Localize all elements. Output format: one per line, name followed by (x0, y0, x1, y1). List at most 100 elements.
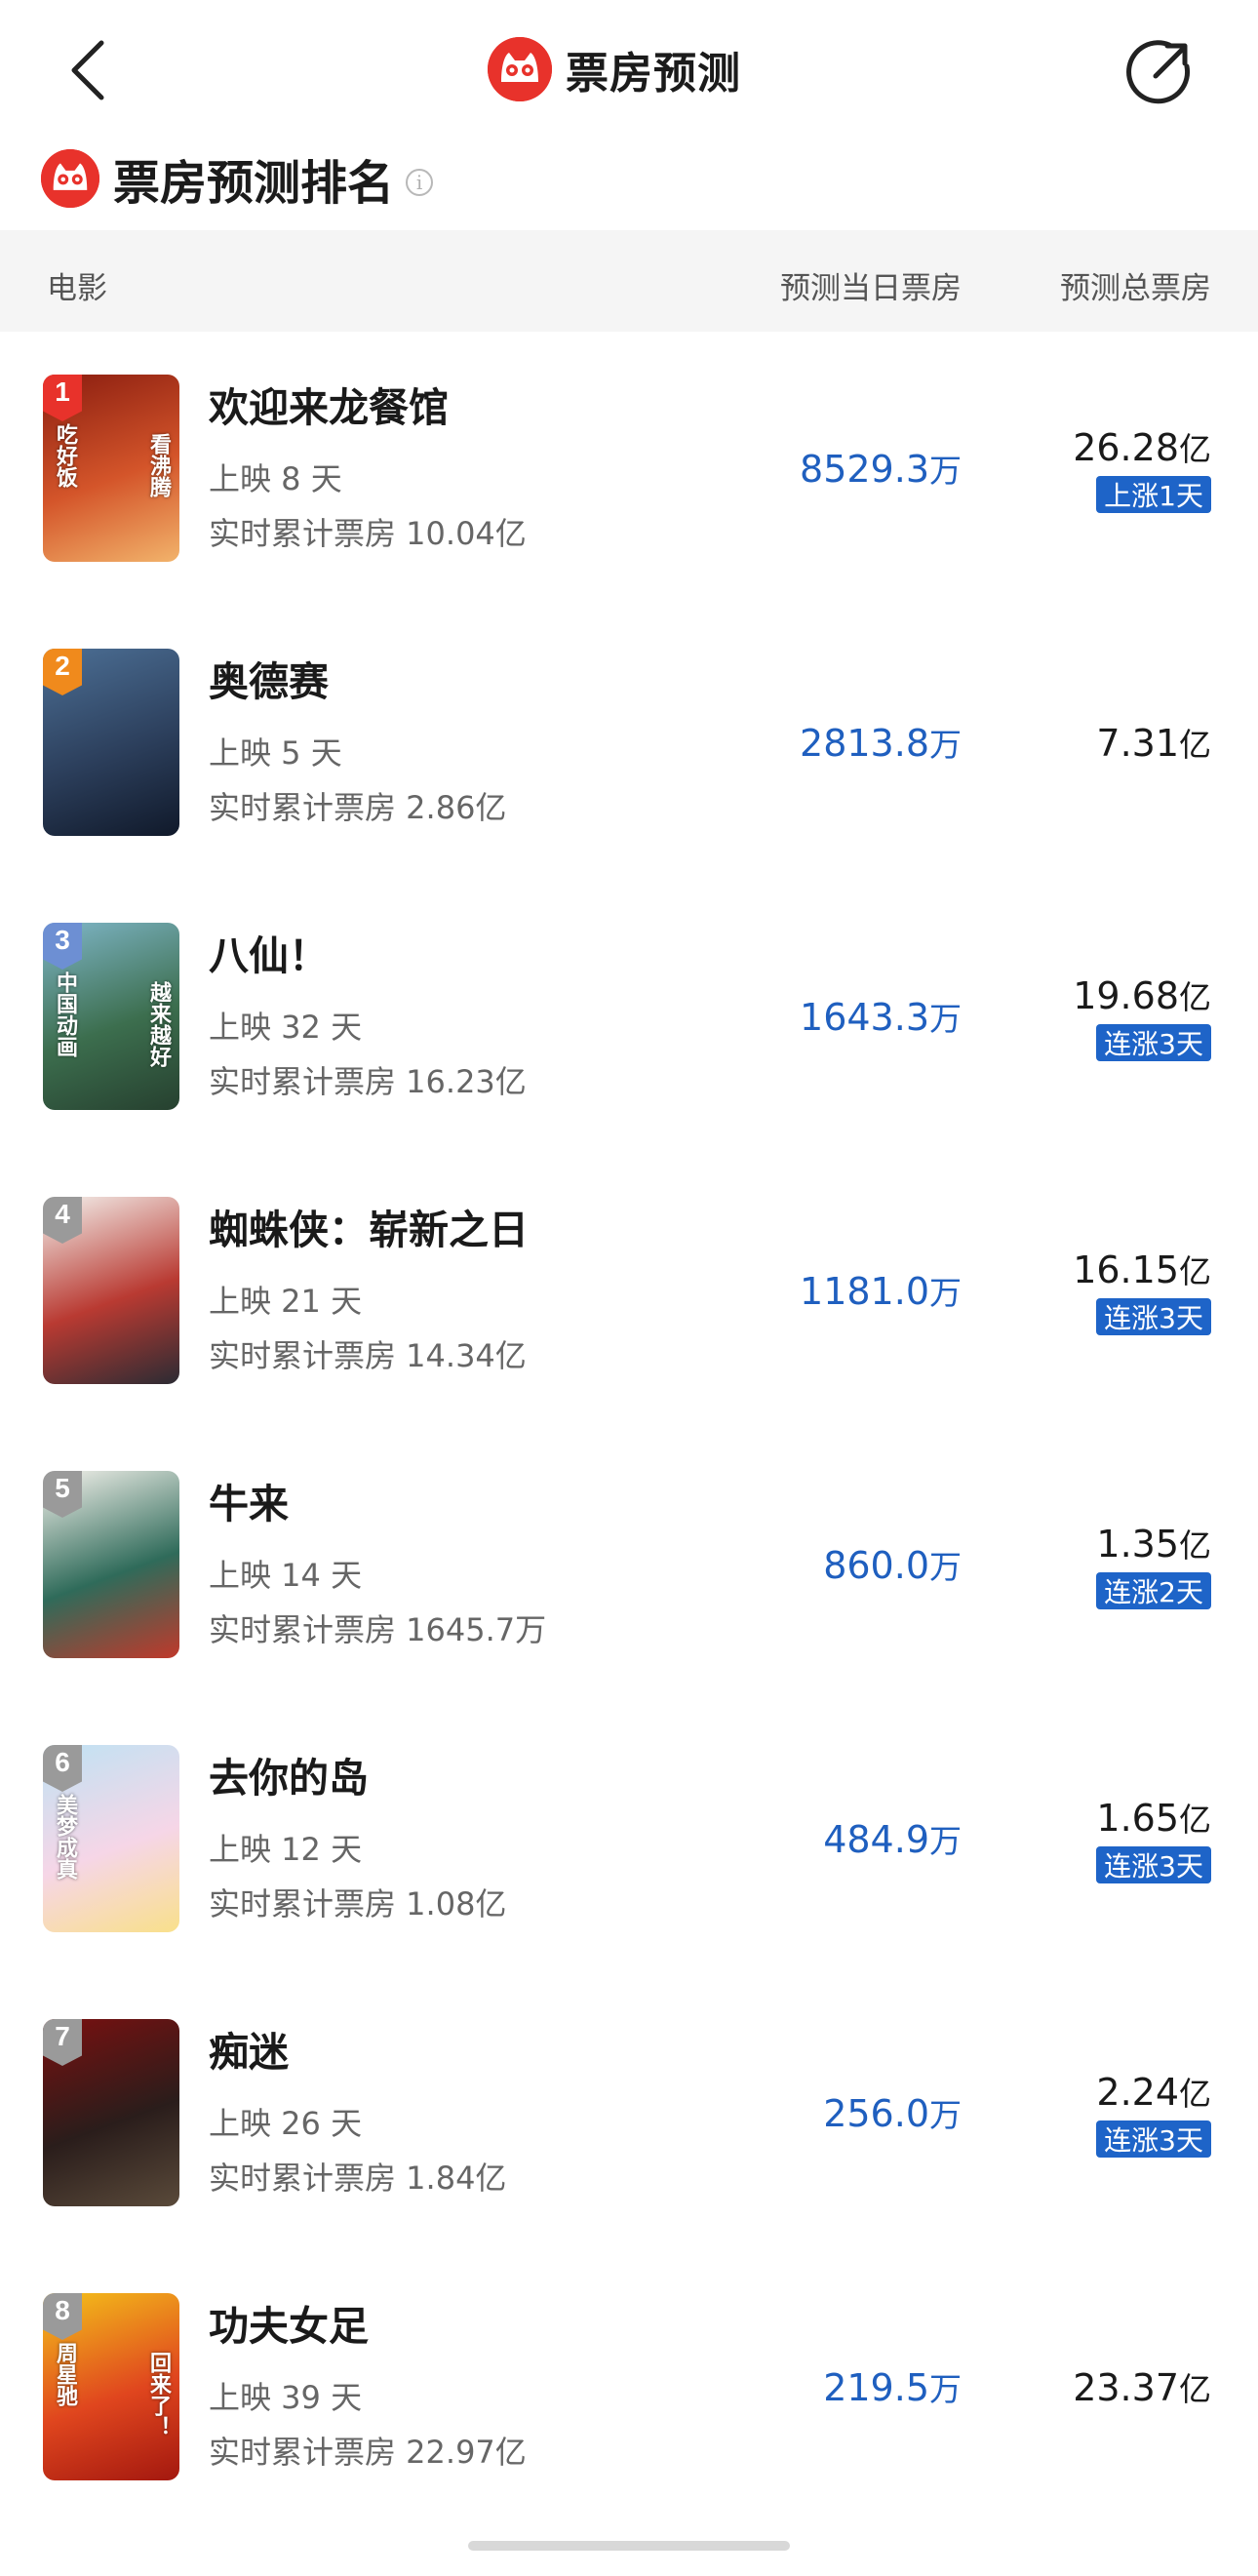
maoyan-cat-logo-icon (488, 37, 552, 101)
daily-value: 219.5 (823, 2366, 929, 2409)
total-unit: 亿 (1179, 978, 1211, 1016)
movie-row[interactable]: 2 奥德赛 上映 5 天 实时累计票房 2.86亿 2813.8万 7.31亿 (0, 649, 1258, 924)
cumulative-box-office: 实时累计票房 14.34亿 (209, 1337, 527, 1374)
predicted-daily-box-office: 2813.8万 (741, 719, 962, 766)
movie-poster[interactable]: 吃好饭 看沸腾 1 (43, 375, 179, 562)
share-icon (1126, 40, 1191, 104)
release-days: 上映 12 天 (209, 1831, 363, 1868)
movie-row[interactable]: 4 蜘蛛侠：崭新之日 上映 21 天 实时累计票房 14.34亿 1181.0万… (0, 1197, 1258, 1472)
predicted-total-box-office: 26.28亿 (1014, 423, 1211, 470)
top-nav-bar: 票房预测 (0, 0, 1258, 137)
rank-number: 5 (55, 1473, 70, 1503)
total-unit: 亿 (1179, 1252, 1211, 1290)
total-value: 16.15 (1073, 1248, 1179, 1291)
movie-title[interactable]: 欢迎来龙餐馆 (209, 375, 449, 433)
total-unit: 亿 (1179, 726, 1211, 764)
cumulative-box-office: 实时累计票房 1645.7万 (209, 1611, 547, 1648)
total-value: 19.68 (1073, 974, 1179, 1017)
movie-row[interactable]: 7 痴迷 上映 26 天 实时累计票房 1.84亿 256.0万 2.24亿 连… (0, 2019, 1258, 2294)
info-icon[interactable]: i (406, 169, 434, 196)
poster-text-b: 回来了！ (146, 2352, 171, 2437)
movie-row[interactable]: 中国动画 越来越好 3 八仙！ 上映 32 天 实时累计票房 16.23亿 16… (0, 923, 1258, 1198)
daily-unit: 万 (929, 1548, 962, 1586)
trend-badge: 连涨3天 (1096, 1298, 1211, 1335)
predicted-daily-box-office: 219.5万 (741, 2363, 962, 2410)
movie-title[interactable]: 八仙！ (209, 923, 329, 981)
daily-unit: 万 (929, 1000, 962, 1038)
column-header-total: 预测总票房 (1060, 271, 1211, 306)
release-days: 上映 14 天 (209, 1557, 363, 1594)
movie-row[interactable]: 吃好饭 看沸腾 1 欢迎来龙餐馆 上映 8 天 实时累计票房 10.04亿 85… (0, 375, 1258, 650)
share-button[interactable] (1126, 37, 1195, 105)
daily-unit: 万 (929, 1822, 962, 1860)
movie-row[interactable]: 美梦成真 6 去你的岛 上映 12 天 实时累计票房 1.08亿 484.9万 … (0, 1745, 1258, 2020)
trend-badge: 连涨3天 (1096, 1846, 1211, 1883)
predicted-daily-box-office: 1181.0万 (741, 1267, 962, 1314)
movie-title[interactable]: 牛来 (209, 1471, 289, 1529)
daily-unit: 万 (929, 726, 962, 764)
predicted-daily-box-office: 484.9万 (741, 1815, 962, 1862)
release-days: 上映 8 天 (209, 460, 342, 497)
release-days: 上映 21 天 (209, 1283, 363, 1320)
release-days: 上映 32 天 (209, 1009, 363, 1046)
movie-row[interactable]: 周星驰 回来了！ 8 功夫女足 上映 39 天 实时累计票房 22.97亿 21… (0, 2293, 1258, 2568)
movie-poster[interactable]: 美梦成真 6 (43, 1745, 179, 1932)
predicted-daily-box-office: 1643.3万 (741, 993, 962, 1040)
chevron-left-icon (71, 40, 104, 100)
rank-number: 6 (55, 1747, 70, 1777)
movie-title[interactable]: 去你的岛 (209, 1745, 369, 1803)
movie-poster[interactable]: 5 (43, 1471, 179, 1658)
total-value: 26.28 (1073, 426, 1179, 469)
release-days: 上映 39 天 (209, 2379, 363, 2416)
poster-text-a: 吃好饭 (53, 423, 77, 488)
trend-badge: 连涨3天 (1096, 1024, 1211, 1061)
rank-number: 4 (55, 1199, 70, 1229)
movie-title[interactable]: 痴迷 (209, 2019, 289, 2078)
table-header: 电影 预测当日票房 预测总票房 (0, 230, 1258, 332)
trend-badge: 上涨1天 (1096, 476, 1211, 513)
total-unit: 亿 (1179, 1526, 1211, 1565)
movie-title[interactable]: 奥德赛 (209, 649, 329, 707)
movie-poster[interactable]: 7 (43, 2019, 179, 2206)
column-header-daily: 预测当日票房 (780, 271, 962, 306)
movie-poster[interactable]: 中国动画 越来越好 3 (43, 923, 179, 1110)
movie-poster[interactable]: 周星驰 回来了！ 8 (43, 2293, 179, 2480)
column-header-movie: 电影 (47, 271, 107, 306)
daily-value: 860.0 (823, 1544, 929, 1587)
back-button[interactable] (59, 31, 117, 109)
daily-unit: 万 (929, 2370, 962, 2408)
page-title: 票房预测 (566, 49, 741, 99)
predicted-total-box-office: 1.65亿 (1014, 1794, 1211, 1841)
cumulative-box-office: 实时累计票房 1.84亿 (209, 2160, 507, 2197)
predicted-total-box-office: 7.31亿 (1014, 719, 1211, 766)
movie-title[interactable]: 功夫女足 (209, 2293, 369, 2352)
rank-number: 2 (55, 651, 70, 681)
trend-badge: 连涨2天 (1096, 1572, 1211, 1609)
total-unit: 亿 (1179, 1801, 1211, 1839)
movie-row[interactable]: 5 牛来 上映 14 天 实时累计票房 1645.7万 860.0万 1.35亿… (0, 1471, 1258, 1746)
predicted-total-box-office: 16.15亿 (1014, 1246, 1211, 1292)
cumulative-box-office: 实时累计票房 1.08亿 (209, 1885, 507, 1922)
rank-number: 3 (55, 925, 70, 955)
total-value: 1.65 (1096, 1797, 1179, 1840)
predicted-total-box-office: 19.68亿 (1014, 971, 1211, 1018)
release-days: 上映 5 天 (209, 734, 342, 772)
predicted-total-box-office: 23.37亿 (1014, 2363, 1211, 2410)
movie-title[interactable]: 蜘蛛侠：崭新之日 (209, 1197, 529, 1255)
daily-unit: 万 (929, 1274, 962, 1312)
daily-unit: 万 (929, 2096, 962, 2134)
poster-text-b: 越来越好 (146, 981, 171, 1067)
trend-badge: 连涨3天 (1096, 2120, 1211, 2158)
cumulative-box-office: 实时累计票房 2.86亿 (209, 789, 507, 826)
movie-poster[interactable]: 4 (43, 1197, 179, 1384)
daily-value: 1643.3 (800, 996, 929, 1039)
predicted-daily-box-office: 860.0万 (741, 1541, 962, 1588)
rank-number: 8 (55, 2295, 70, 2325)
total-value: 7.31 (1096, 722, 1179, 765)
predicted-total-box-office: 1.35亿 (1014, 1520, 1211, 1566)
predicted-total-box-office: 2.24亿 (1014, 2068, 1211, 2115)
app-title-group: 票房预测 (488, 35, 741, 103)
cumulative-box-office: 实时累计票房 10.04亿 (209, 515, 527, 552)
daily-value: 484.9 (823, 1818, 929, 1861)
movie-poster[interactable]: 2 (43, 649, 179, 836)
